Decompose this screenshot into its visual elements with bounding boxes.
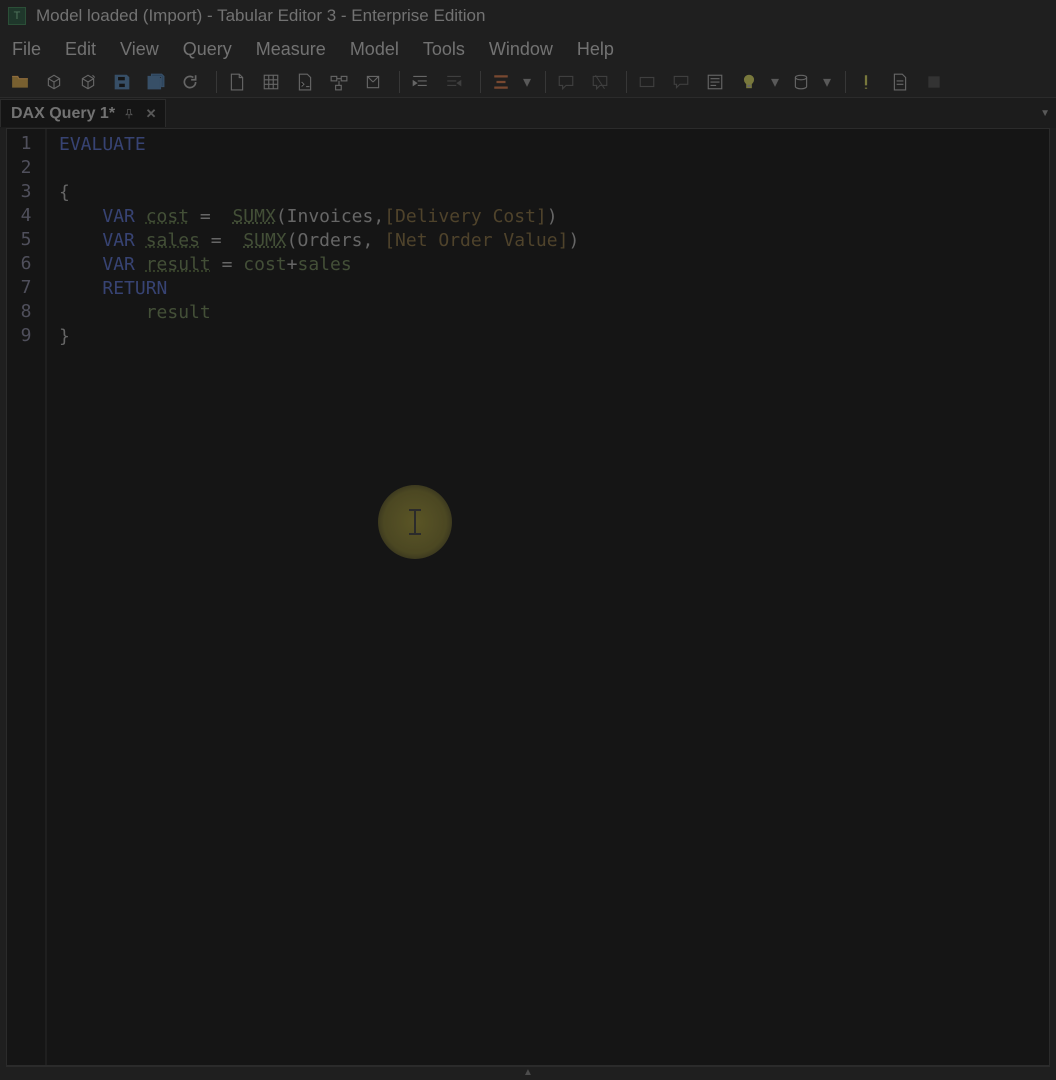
var-cost: cost xyxy=(146,206,189,227)
line-number: 6 xyxy=(7,253,45,277)
line-number-gutter: 1 2 3 4 5 6 7 8 9 xyxy=(7,129,47,1065)
comma: , xyxy=(363,230,374,251)
line-number: 9 xyxy=(7,325,45,349)
line-number: 2 xyxy=(7,157,45,181)
brace-close: } xyxy=(59,326,70,347)
tab-label: DAX Query 1* xyxy=(11,105,115,123)
close-icon[interactable]: ✕ xyxy=(143,106,159,122)
col-net-order-value: [Net Order Value] xyxy=(384,230,568,251)
equals: = xyxy=(211,230,222,251)
paren-open: ( xyxy=(276,206,287,227)
new-table-button[interactable] xyxy=(257,69,285,95)
code-editor[interactable]: 1 2 3 4 5 6 7 8 9 EVALUATE { VAR cost = … xyxy=(6,128,1050,1066)
lightbulb-button[interactable] xyxy=(735,69,763,95)
pin-icon[interactable] xyxy=(121,106,137,122)
save-all-button[interactable] xyxy=(142,69,170,95)
cube-out-button[interactable] xyxy=(40,69,68,95)
comment2-button[interactable] xyxy=(667,69,695,95)
toolbar-separator xyxy=(480,71,481,93)
menu-model[interactable]: Model xyxy=(338,35,411,64)
toolbar-separator xyxy=(216,71,217,93)
equals: = xyxy=(200,206,211,227)
keyword-return: RETURN xyxy=(102,278,167,299)
format-button[interactable] xyxy=(487,69,515,95)
keyword-evaluate: EVALUATE xyxy=(59,134,146,155)
menu-view[interactable]: View xyxy=(108,35,171,64)
uncomment-button[interactable] xyxy=(586,69,614,95)
menu-window[interactable]: Window xyxy=(477,35,565,64)
line-number: 1 xyxy=(7,133,45,157)
new-script-button[interactable] xyxy=(291,69,319,95)
tab-dax-query[interactable]: DAX Query 1* ✕ xyxy=(0,99,166,127)
line-number: 4 xyxy=(7,205,45,229)
ref-sales: sales xyxy=(297,254,351,275)
keyword-var: VAR xyxy=(102,254,135,275)
menu-query[interactable]: Query xyxy=(171,35,244,64)
warning-button[interactable] xyxy=(852,69,880,95)
equals: = xyxy=(222,254,233,275)
ref-result: result xyxy=(146,302,211,323)
fn-sumx: SUMX xyxy=(243,230,286,251)
titlebar: T Model loaded (Import) - Tabular Editor… xyxy=(0,0,1056,32)
bottom-panel-expander[interactable]: ▲ xyxy=(6,1066,1050,1078)
fn-sumx: SUMX xyxy=(232,206,275,227)
paren-open: ( xyxy=(287,230,298,251)
indent-button[interactable] xyxy=(406,69,434,95)
paren-close: ) xyxy=(568,230,579,251)
app-icon: T xyxy=(8,7,26,25)
refresh-button[interactable] xyxy=(176,69,204,95)
new-pivot-button[interactable] xyxy=(359,69,387,95)
line-number: 7 xyxy=(7,277,45,301)
code-area[interactable]: EVALUATE { VAR cost = SUMX(Invoices,[Del… xyxy=(47,129,1049,1065)
open-folder-button[interactable] xyxy=(6,69,34,95)
comma: , xyxy=(373,206,384,227)
cube-in-button[interactable] xyxy=(74,69,102,95)
new-file-button[interactable] xyxy=(223,69,251,95)
table-orders: Orders xyxy=(297,230,362,251)
menu-measure[interactable]: Measure xyxy=(244,35,338,64)
toolbar-separator xyxy=(626,71,627,93)
toolbar-separator xyxy=(545,71,546,93)
tabbar-menu-icon[interactable]: ▼ xyxy=(1040,108,1050,119)
format-dropdown[interactable]: ▾ xyxy=(521,72,533,92)
lightbulb-dropdown[interactable]: ▾ xyxy=(769,72,781,92)
line-number: 5 xyxy=(7,229,45,253)
doc-button[interactable] xyxy=(886,69,914,95)
brace-open: { xyxy=(59,182,70,203)
toolbar: ▾ ▾ ▾ xyxy=(0,66,1056,98)
paren-close: ) xyxy=(547,206,558,227)
ref-cost: cost xyxy=(243,254,286,275)
keyword-var: VAR xyxy=(102,230,135,251)
keyword-var: VAR xyxy=(102,206,135,227)
col-delivery-cost: [Delivery Cost] xyxy=(384,206,547,227)
var-result: result xyxy=(146,254,211,275)
save-button[interactable] xyxy=(108,69,136,95)
menu-file[interactable]: File xyxy=(6,35,53,64)
stop-button[interactable] xyxy=(920,69,948,95)
var-sales: sales xyxy=(146,230,200,251)
db-button[interactable] xyxy=(787,69,815,95)
toolbar-separator xyxy=(845,71,846,93)
menubar: File Edit View Query Measure Model Tools… xyxy=(0,32,1056,66)
line-number: 3 xyxy=(7,181,45,205)
menu-help[interactable]: Help xyxy=(565,35,626,64)
comment-button[interactable] xyxy=(552,69,580,95)
menu-tools[interactable]: Tools xyxy=(411,35,477,64)
window-title: Model loaded (Import) - Tabular Editor 3… xyxy=(36,6,485,26)
tabbar: DAX Query 1* ✕ ▼ xyxy=(0,98,1056,128)
form-button[interactable] xyxy=(701,69,729,95)
menu-edit[interactable]: Edit xyxy=(53,35,108,64)
outdent-button[interactable] xyxy=(440,69,468,95)
db-dropdown[interactable]: ▾ xyxy=(821,72,833,92)
new-diagram-button[interactable] xyxy=(325,69,353,95)
rect-button[interactable] xyxy=(633,69,661,95)
table-invoices: Invoices xyxy=(287,206,374,227)
line-number: 8 xyxy=(7,301,45,325)
plus: + xyxy=(287,254,298,275)
toolbar-separator xyxy=(399,71,400,93)
